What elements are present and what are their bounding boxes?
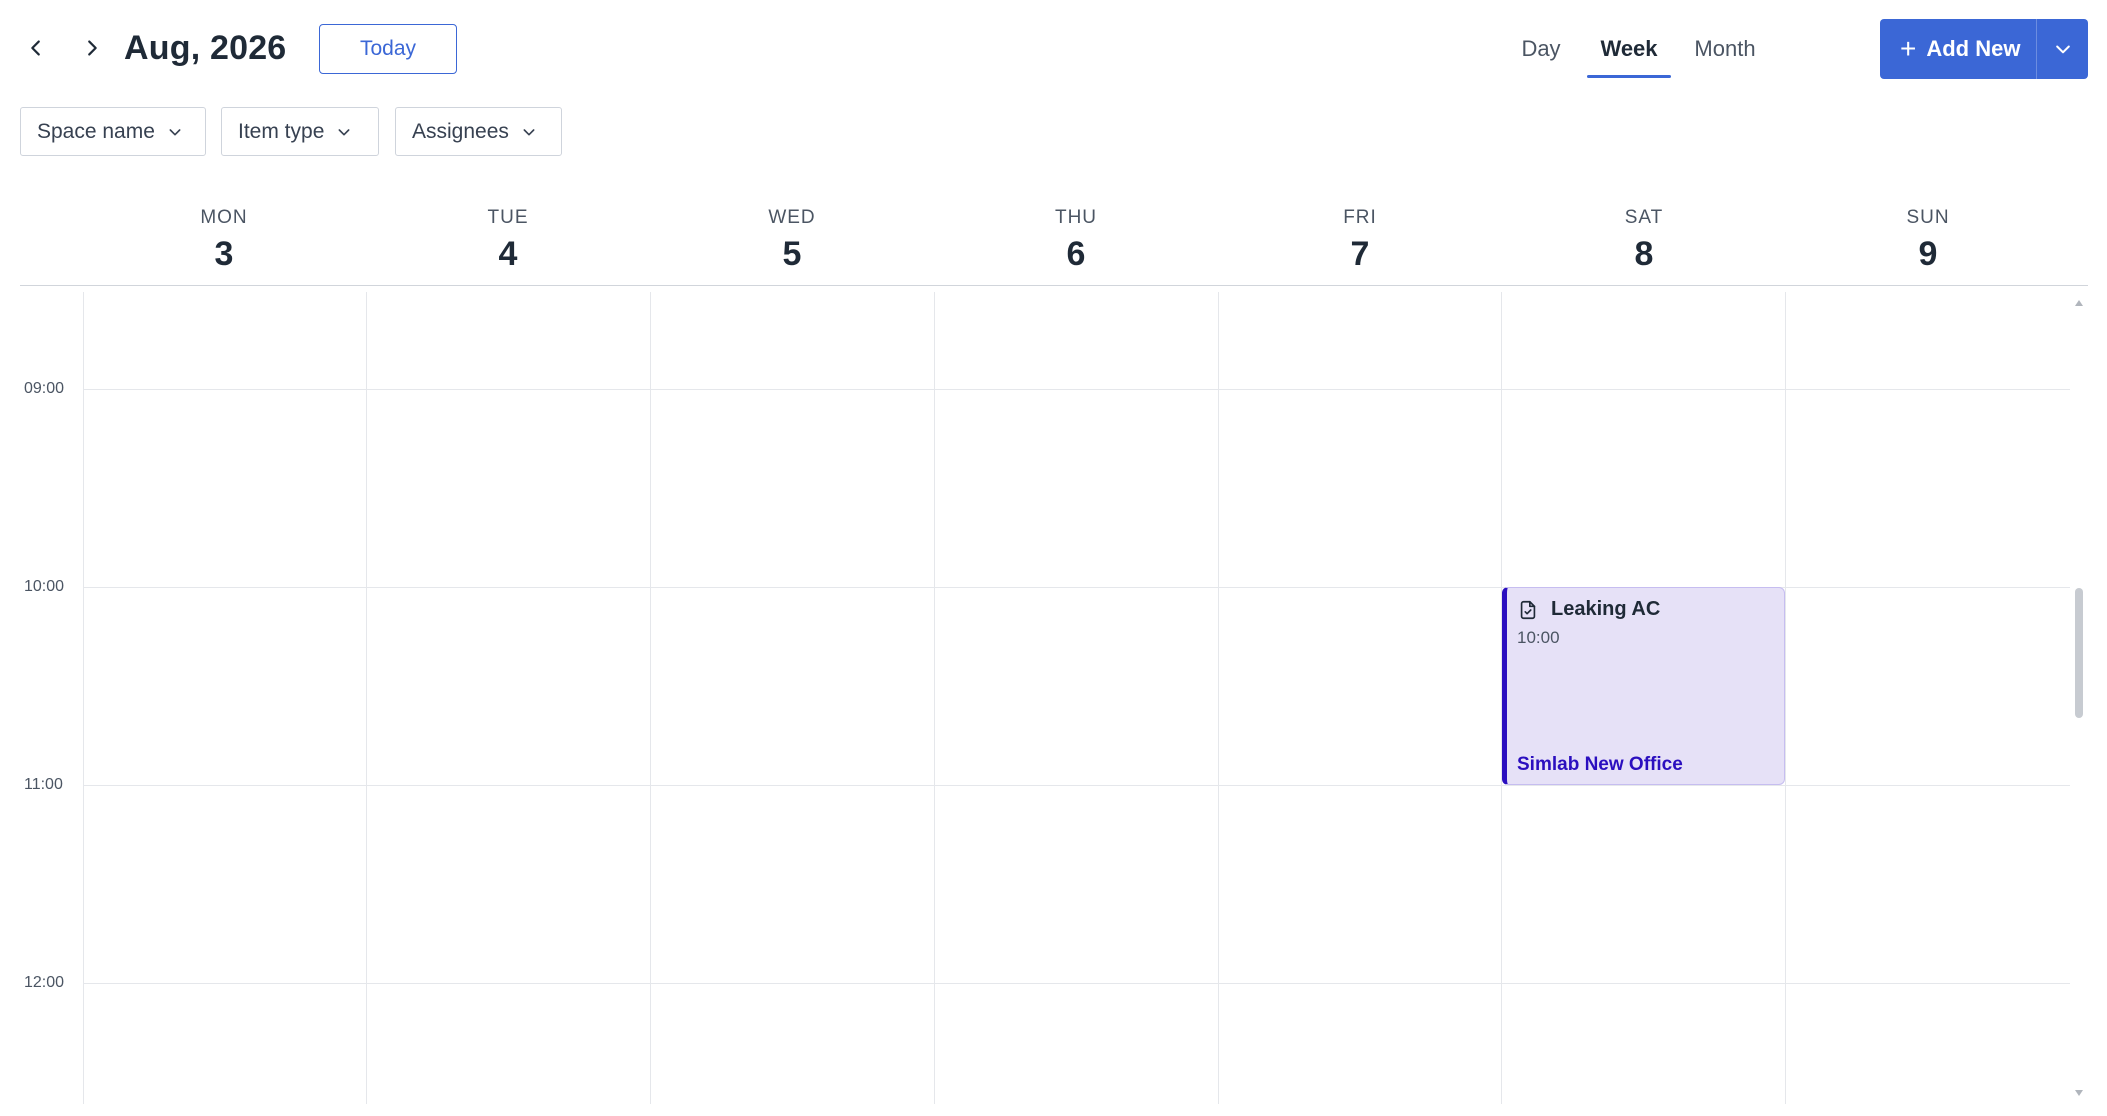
- day-number: 7: [1350, 235, 1370, 273]
- chevron-down-icon: [338, 128, 350, 135]
- chevron-down-icon: [523, 128, 535, 135]
- add-new-main[interactable]: + Add New: [1880, 19, 2036, 79]
- day-number: 9: [1918, 235, 1938, 273]
- day-name: TUE: [487, 207, 529, 228]
- tab-week[interactable]: Week: [1587, 28, 1671, 78]
- month-title: Aug, 2026: [124, 29, 287, 67]
- day-header-fri[interactable]: FRI 7: [1218, 206, 1502, 276]
- event-time: 10:00: [1517, 628, 1560, 647]
- day-name: SAT: [1624, 207, 1664, 228]
- chevron-right-icon: [88, 40, 97, 56]
- space-name-filter[interactable]: Space name: [20, 107, 206, 156]
- item-type-filter[interactable]: Item type: [221, 107, 379, 156]
- scroll-up-arrow[interactable]: [2074, 298, 2084, 308]
- day-number: 4: [498, 235, 518, 273]
- time-label: 09:00: [24, 380, 65, 397]
- hour-line: [83, 389, 2070, 390]
- day-header-wed[interactable]: WED 5: [650, 206, 934, 276]
- space-name-filter-label: Space name: [37, 119, 155, 143]
- hour-line: [83, 785, 2070, 786]
- next-week-button[interactable]: [72, 28, 112, 68]
- triangle-down-icon: [2075, 1090, 2083, 1096]
- task-document-icon: [1520, 600, 1536, 619]
- add-new-label: Add New: [1926, 36, 2021, 61]
- calendar-app: Aug, 2026 Today Day Week Month + Add New…: [0, 0, 2107, 1116]
- assignees-filter[interactable]: Assignees: [395, 107, 562, 156]
- triangle-up-icon: [2075, 300, 2083, 306]
- hour-line: [83, 983, 2070, 984]
- day-number: 5: [782, 235, 802, 273]
- scroll-down-arrow[interactable]: [2074, 1088, 2084, 1098]
- plus-icon: +: [1900, 33, 1917, 64]
- item-type-filter-label: Item type: [238, 119, 325, 143]
- day-header-sun[interactable]: SUN 9: [1786, 206, 2070, 276]
- previous-week-button[interactable]: [16, 28, 56, 68]
- day-number: 8: [1634, 235, 1654, 273]
- grid-scrollbar[interactable]: [2070, 292, 2088, 1104]
- event-title-row: Leaking AC: [1517, 598, 1660, 621]
- day-header-thu[interactable]: THU 6: [934, 206, 1218, 276]
- day-number: 3: [214, 235, 234, 273]
- header-divider: [20, 285, 2088, 286]
- day-name: THU: [1054, 207, 1098, 228]
- add-new-button[interactable]: + Add New: [1880, 19, 2088, 79]
- event-title: Leaking AC: [1551, 598, 1661, 620]
- tab-month[interactable]: Month: [1689, 28, 1761, 78]
- day-header-mon[interactable]: MON 3: [82, 206, 366, 276]
- event-location: Simlab New Office: [1517, 754, 1683, 775]
- day-name: WED: [768, 207, 816, 228]
- scroll-thumb[interactable]: [2075, 588, 2083, 718]
- assignees-filter-label: Assignees: [412, 119, 509, 143]
- chevron-left-icon: [31, 40, 40, 56]
- day-name: FRI: [1343, 207, 1377, 228]
- add-new-dropdown-toggle[interactable]: [2036, 19, 2088, 79]
- chevron-down-icon: [169, 128, 181, 135]
- day-name: SUN: [1906, 207, 1950, 228]
- time-label: 11:00: [24, 776, 63, 793]
- chevron-down-icon: [2055, 45, 2070, 54]
- day-header-tue[interactable]: TUE 4: [366, 206, 650, 276]
- day-name: MON: [200, 207, 248, 228]
- day-header-sat[interactable]: SAT 8: [1502, 206, 1786, 276]
- tab-day[interactable]: Day: [1515, 28, 1567, 78]
- day-number: 6: [1066, 235, 1086, 273]
- event-leaking-ac[interactable]: Leaking AC 10:00 Simlab New Office: [1502, 587, 1785, 785]
- time-label: 12:00: [24, 974, 65, 991]
- time-label: 10:00: [24, 578, 65, 595]
- today-button[interactable]: Today: [319, 24, 457, 74]
